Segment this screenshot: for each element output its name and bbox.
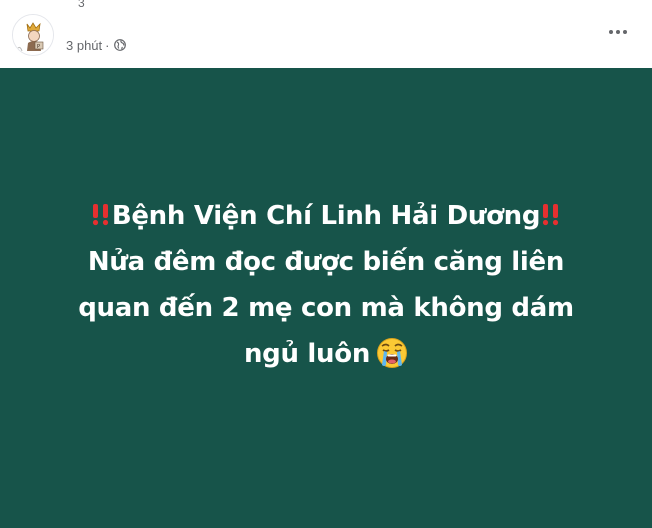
- author-name[interactable]: 3: [78, 0, 85, 10]
- post-line-3: quan đến 2 mẹ con mà không dám: [78, 293, 574, 323]
- post-line-4-text: ngủ luôn: [243, 339, 371, 369]
- loudly-crying-face-emoji: [376, 337, 408, 369]
- post-line-1-text: Bệnh Viện Chí Linh Hải Dương: [111, 201, 541, 231]
- more-options-icon: [609, 30, 627, 34]
- facebook-post: P 3 3 phút · Bệnh Viện Chí Linh Hải Dươn…: [0, 0, 652, 528]
- post-header: P 3 3 phút ·: [0, 0, 652, 68]
- avatar-image: P: [13, 15, 53, 55]
- post-line-4: ngủ luôn: [26, 331, 626, 377]
- post-meta: 3 phút ·: [66, 37, 126, 53]
- post-line-2: Nửa đêm đọc được biến căng liên: [87, 247, 565, 277]
- post-line-1: Bệnh Viện Chí Linh Hải Dương: [26, 193, 626, 239]
- meta-separator: ·: [105, 37, 110, 53]
- post-timestamp[interactable]: 3 phút: [66, 38, 102, 53]
- svg-text:P: P: [37, 44, 40, 50]
- author-avatar[interactable]: P: [12, 14, 54, 56]
- double-exclamation-emoji: [90, 202, 112, 226]
- more-options-button[interactable]: [604, 20, 632, 44]
- post-text-background: Bệnh Viện Chí Linh Hải Dương Nửa đêm đọc…: [0, 68, 652, 528]
- post-text: Bệnh Viện Chí Linh Hải Dương Nửa đêm đọc…: [26, 193, 626, 377]
- globe-icon[interactable]: [113, 39, 126, 51]
- double-exclamation-emoji: [540, 202, 562, 226]
